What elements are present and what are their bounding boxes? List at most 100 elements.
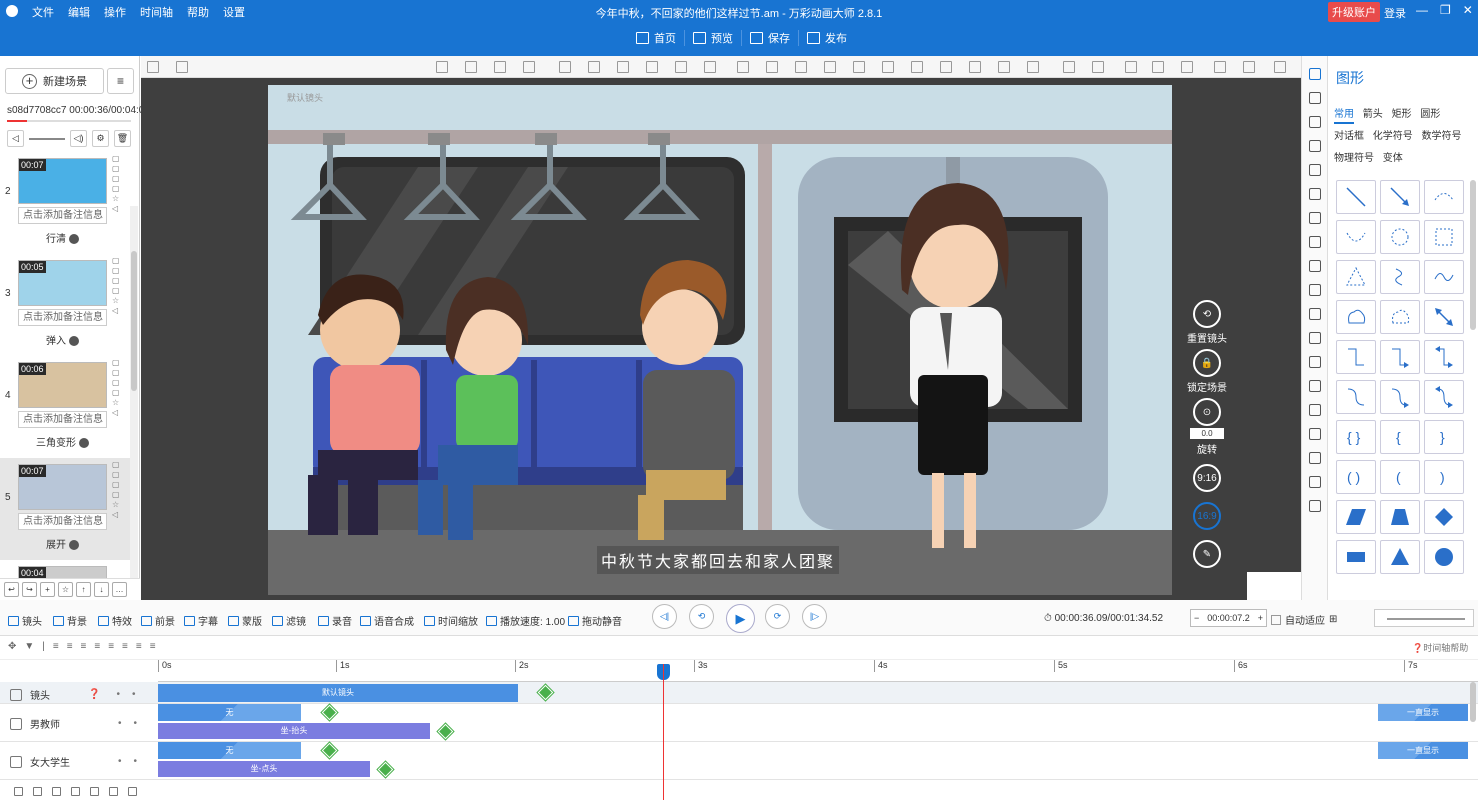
photo-category-icon[interactable] (1308, 260, 1321, 272)
ratio-16-9-button[interactable]: 16:9 (1193, 502, 1221, 530)
export-icon[interactable]: ▢ (112, 286, 120, 295)
login-button[interactable]: 登录 (1384, 5, 1406, 21)
distribute-h-icon[interactable] (911, 61, 923, 73)
sound-icon[interactable]: ◁ (112, 408, 120, 417)
hand-category-icon[interactable] (1308, 404, 1321, 416)
tab-math[interactable]: 数学符号 (1422, 126, 1462, 148)
add-keyframe-icon[interactable] (377, 761, 394, 778)
time-stepper[interactable]: −00:00:07.2 + (1190, 609, 1267, 627)
link-icon[interactable] (704, 61, 716, 73)
volume-slider[interactable] (29, 137, 65, 140)
tab-circle[interactable]: 圆形 (1420, 104, 1440, 126)
foreground-tool[interactable]: 前景 (141, 613, 175, 628)
exit-animation-clip[interactable]: 一直显示 (1378, 704, 1468, 721)
shape-left-brace[interactable]: { (1380, 420, 1420, 454)
character-category-icon[interactable] (1308, 164, 1321, 176)
reset-camera-icon[interactable]: ⟲ (1193, 300, 1221, 328)
help-icon[interactable]: ❓ (88, 689, 100, 700)
folder-category-icon[interactable] (1308, 308, 1321, 320)
track-male-teacher[interactable]: 男教师 •• 无 坐-抬头 一直显示 (0, 704, 1478, 742)
play-transition-icon[interactable] (79, 438, 89, 449)
autofit-checkbox[interactable]: 自动适应 ⊞ (1271, 612, 1337, 627)
copy-icon[interactable]: ▢ (112, 460, 120, 469)
shape-squiggle[interactable] (1380, 260, 1420, 294)
shape-curve-dashed[interactable] (1336, 220, 1376, 254)
insert-icon[interactable]: ▢ (112, 174, 120, 183)
sigma-category-icon[interactable] (1308, 452, 1321, 464)
mirror-icon[interactable] (588, 61, 600, 73)
add-icon[interactable]: + (40, 582, 55, 597)
timeline-tool-icons[interactable]: ✥▼|≡≡≡≡≡≡≡≡ (8, 641, 164, 652)
scene-thumbnail[interactable]: 00:06 (18, 362, 107, 408)
distribute-v-icon[interactable] (940, 61, 952, 73)
home-button[interactable]: 首页 (628, 30, 685, 46)
export-icon[interactable]: ▢ (112, 184, 120, 193)
align-middle-icon[interactable] (853, 61, 865, 73)
action-clip[interactable]: 坐-点头 (158, 761, 370, 777)
text-category-icon[interactable] (1308, 140, 1321, 152)
trash-icon[interactable] (90, 786, 99, 796)
copy-icon[interactable] (436, 61, 448, 73)
scene-transition[interactable]: 弹入 (18, 332, 107, 347)
scene-thumbnail[interactable]: 00:04 (18, 566, 107, 578)
shape-diamond[interactable] (1424, 500, 1464, 534)
settings-icon[interactable] (1274, 61, 1286, 73)
shape-brackets-pair[interactable]: ( ) (1336, 460, 1376, 494)
film-category-icon[interactable] (1308, 332, 1321, 344)
insert-icon[interactable]: ▢ (112, 276, 120, 285)
music-category-icon[interactable] (1308, 188, 1321, 200)
shape-right-bracket[interactable]: ) (1424, 460, 1464, 494)
rotate-dial-icon[interactable]: ⊙ (1193, 398, 1221, 426)
align-top-icon[interactable] (824, 61, 836, 73)
align-right-icon[interactable] (795, 61, 807, 73)
tab-chemistry[interactable]: 化学符号 (1373, 126, 1413, 148)
minimize-icon[interactable]: — (1416, 3, 1428, 17)
enter-animation-clip[interactable]: 无 (158, 704, 301, 721)
forward-button[interactable]: ⟳ (765, 604, 790, 629)
mini-preview[interactable] (1247, 572, 1301, 600)
lock-icon[interactable] (1125, 61, 1137, 73)
lock-icon[interactable] (109, 786, 118, 796)
shape-double-arrow[interactable] (1424, 300, 1464, 334)
scene-thumbnail[interactable]: 00:07 (18, 464, 107, 510)
camera-tool[interactable]: 镜头 (8, 613, 42, 628)
align-left-icon[interactable] (737, 61, 749, 73)
effects-tool[interactable]: 特效 (98, 613, 132, 628)
redo-icon[interactable] (1243, 61, 1255, 73)
track-camera[interactable]: 镜头 ❓ •• 默认镜头 (0, 682, 1478, 704)
close-icon[interactable]: ✕ (1463, 3, 1473, 17)
playback-speed-tool[interactable]: 播放速度: 1.00 (486, 613, 565, 628)
scene-transition[interactable]: 行清 (18, 230, 107, 245)
shape-braces-pair[interactable]: { } (1336, 420, 1376, 454)
copy-icon[interactable]: ▢ (112, 256, 120, 265)
shape-line[interactable] (1336, 180, 1376, 214)
scene-thumbnail[interactable]: 00:05 (18, 260, 107, 306)
scene-note-input[interactable]: 点击添加备注信息 (18, 207, 107, 224)
shape-panel-scrollbar[interactable] (1470, 180, 1476, 330)
shape-parallelogram[interactable] (1336, 500, 1376, 534)
drop-category-icon[interactable] (1308, 476, 1321, 488)
play-transition-icon[interactable] (69, 540, 79, 551)
scene-transition[interactable]: 三角变形 (18, 434, 107, 449)
prev-scene-button[interactable]: ◁| (652, 604, 677, 629)
plane-category-icon[interactable] (1308, 380, 1321, 392)
import-icon[interactable]: ↩ (4, 582, 19, 597)
star-icon[interactable]: ☆ (112, 398, 120, 407)
star-icon[interactable]: ☆ (112, 500, 120, 509)
upgrade-button[interactable]: 升级账户 (1328, 2, 1380, 22)
star-icon[interactable]: ☆ (112, 296, 120, 305)
ungroup-icon[interactable] (523, 61, 535, 73)
export-icon[interactable]: ↪ (22, 582, 37, 597)
lock-icon[interactable]: 🔒 (1193, 349, 1221, 377)
stage-canvas[interactable] (268, 85, 1172, 595)
insert-icon[interactable]: ▢ (112, 378, 120, 387)
rewind-button[interactable]: ⟲ (689, 604, 714, 629)
copy-icon[interactable]: ▢ (112, 154, 120, 163)
scene-note-input[interactable]: 点击添加备注信息 (18, 513, 107, 530)
move-down-icon[interactable]: ↓ (94, 582, 109, 597)
tab-physics[interactable]: 物理符号 (1334, 148, 1374, 170)
preview-button[interactable]: 预览 (685, 30, 742, 46)
home-icon[interactable] (176, 61, 188, 73)
crop-icon[interactable] (646, 61, 658, 73)
drag-mute-tool[interactable]: 拖动静音 (568, 613, 622, 628)
